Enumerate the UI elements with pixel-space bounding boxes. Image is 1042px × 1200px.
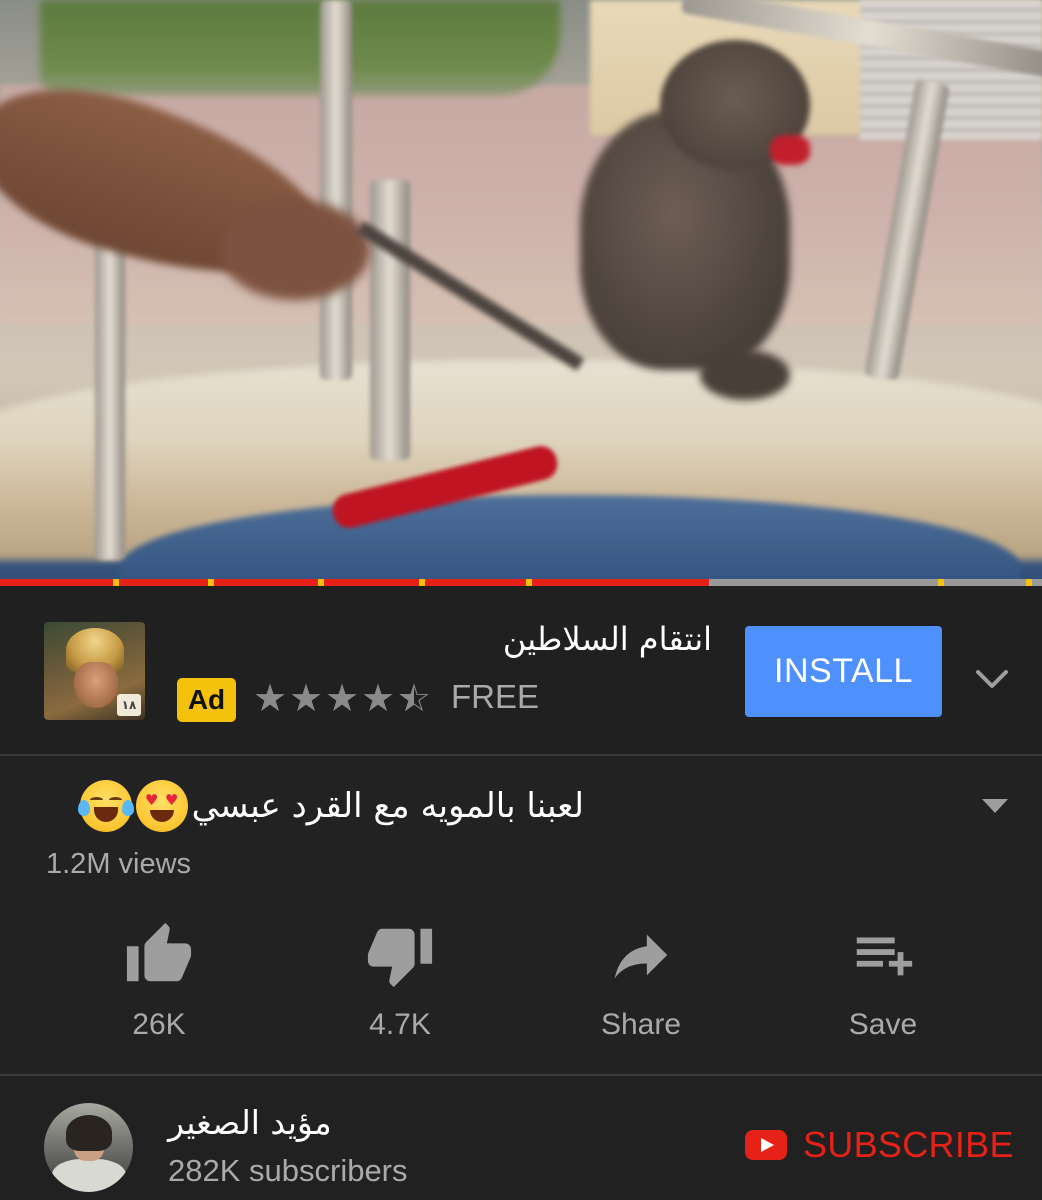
save-label: Save — [848, 1008, 918, 1041]
like-button[interactable]: 26K — [79, 920, 239, 1041]
warrior-face-graphic — [74, 662, 118, 708]
subscribe-label: SUBSCRIBE — [803, 1124, 1014, 1165]
share-button[interactable]: Share — [561, 920, 721, 1041]
subscribe-button[interactable]: SUBSCRIBE — [745, 1122, 1014, 1168]
share-icon — [614, 934, 668, 979]
thumbs-down-icon — [367, 928, 433, 988]
age-rating-badge: ١٨ — [117, 694, 141, 716]
like-count: 26K — [132, 1008, 186, 1041]
video-frame-rail — [95, 230, 125, 560]
video-frame-grass — [40, 0, 560, 95]
ad-marker — [208, 579, 215, 586]
video-progress-played — [0, 579, 709, 586]
ad-label-badge: Ad — [177, 678, 236, 722]
star-half-icon: ☆ ★ — [396, 676, 432, 720]
youtube-logo-icon — [745, 1130, 787, 1160]
video-actions-bar: 26K 4.7K Share Save — [40, 920, 1002, 1041]
channel-name[interactable]: مؤيد الصغير — [168, 1103, 332, 1142]
share-label: Share — [600, 1008, 682, 1041]
ad-marker — [112, 579, 119, 586]
star-full-icon: ★ — [324, 676, 360, 720]
chevron-down-icon[interactable] — [972, 660, 1012, 700]
view-count: 1.2M views — [46, 848, 192, 880]
video-title-row[interactable]: ♥ ♥ لعبنا بالمويه مع القرد عبسي — [44, 780, 584, 832]
install-button[interactable]: INSTALL — [745, 626, 942, 717]
star-full-icon: ★ — [360, 676, 396, 720]
video-frame-rail — [370, 180, 410, 460]
video-frame-collar — [770, 135, 810, 165]
expand-description-icon[interactable] — [980, 795, 1010, 815]
thumbs-up-icon — [126, 922, 192, 982]
heart-eyes-emoji-icon: ♥ ♥ — [135, 780, 188, 832]
save-button[interactable]: Save — [803, 920, 963, 1041]
video-progress-bar[interactable] — [0, 579, 1042, 586]
channel-avatar[interactable] — [44, 1103, 133, 1192]
laughing-tears-emoji-icon — [77, 780, 134, 832]
video-frame-rail — [320, 0, 352, 380]
star-full-icon: ★ — [288, 676, 324, 720]
playlist-add-icon — [856, 937, 913, 976]
ad-marker — [317, 579, 324, 586]
ad-marker — [418, 579, 425, 586]
ad-app-icon[interactable]: ١٨ — [44, 622, 145, 720]
ad-marker — [1026, 579, 1033, 586]
ad-price: FREE — [451, 678, 540, 715]
video-player[interactable] — [0, 0, 1042, 586]
ad-rating-stars: ★ ★ ★ ★ ☆ ★ — [252, 676, 432, 720]
ad-marker — [526, 579, 533, 586]
video-frame-hand — [220, 200, 370, 300]
star-full-icon: ★ — [252, 676, 288, 720]
dislike-button[interactable]: 4.7K — [320, 920, 480, 1041]
video-title[interactable]: لعبنا بالمويه مع القرد عبسي — [192, 786, 584, 826]
ad-app-title[interactable]: انتقام السلاطين — [420, 620, 712, 658]
dislike-count: 4.7K — [369, 1008, 431, 1041]
ad-marker — [937, 579, 944, 586]
subscriber-count: 282K subscribers — [168, 1153, 408, 1188]
video-frame-monkey-foot — [700, 350, 790, 400]
